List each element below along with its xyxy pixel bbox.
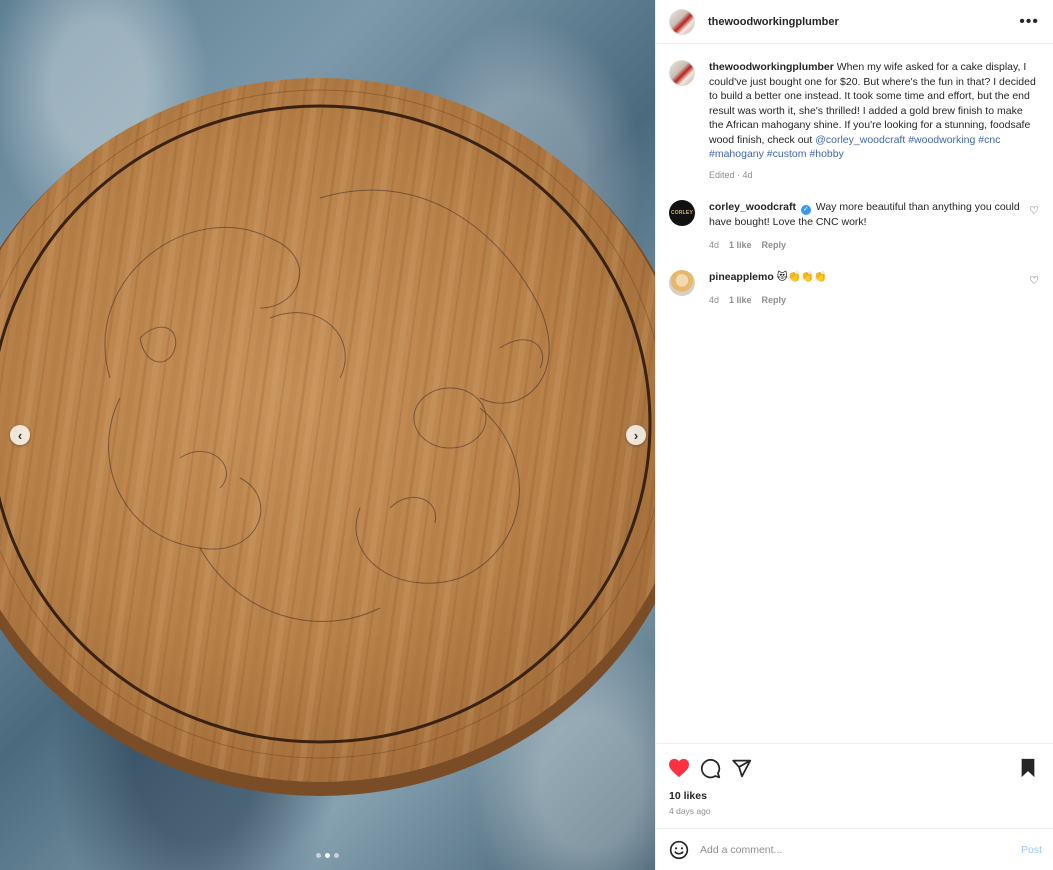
likes-count[interactable]: 10 likes (669, 790, 707, 802)
comment-meta: 4d 1 like Reply (709, 293, 1021, 308)
post-timestamp: 4 days ago (669, 806, 711, 816)
comment-like-heart-icon[interactable]: ♡ (1029, 204, 1039, 217)
caption-username[interactable]: thewoodworkingplumber (709, 61, 834, 73)
reply-button[interactable]: Reply (762, 293, 787, 308)
edited-label: Edited (709, 169, 735, 180)
caption-age: 4d (742, 169, 753, 180)
action-bar (668, 756, 1039, 780)
hashtag-link[interactable]: #mahogany (709, 148, 764, 160)
caption-meta: Edited · 4d (709, 169, 753, 180)
comment-text: 😻👏👏👏 (776, 271, 827, 283)
hashtag-link[interactable]: #woodworking (908, 134, 975, 146)
comment-meta: 4d 1 like Reply (709, 238, 1021, 253)
commenter-avatar[interactable] (669, 270, 695, 296)
cake-board-photo (0, 78, 655, 796)
verified-badge-icon: ✓ (800, 205, 811, 215)
post-actions: 10 likes 4 days ago (656, 743, 1053, 816)
comment-like-heart-icon[interactable]: ♡ (1029, 274, 1039, 287)
carousel-next-button[interactable]: › (626, 425, 646, 445)
bookmark-icon[interactable] (1017, 757, 1039, 779)
owner-username[interactable]: thewoodworkingplumber (708, 16, 839, 28)
carousel-prev-button[interactable]: ‹ (10, 425, 30, 445)
chevron-right-icon: › (633, 427, 639, 443)
comment-input[interactable] (700, 843, 1021, 856)
comment-username[interactable]: corley_woodcraft (709, 201, 796, 213)
post-panel: thewoodworkingplumber ••• thewoodworking… (655, 0, 1053, 870)
comment-item: pineapplemo 😻👏👏👏 4d 1 like Reply ♡ (669, 270, 1039, 307)
carousel-dot (316, 853, 321, 858)
carousel-dot (334, 853, 339, 858)
comment-age: 4d (709, 239, 720, 250)
caption: thewoodworkingplumber When my wife asked… (669, 60, 1039, 182)
mention-link[interactable]: @corley_woodcraft (815, 134, 905, 146)
carousel-dot-active (325, 853, 330, 858)
like-heart-icon[interactable] (668, 757, 690, 779)
owner-avatar[interactable] (669, 60, 695, 86)
share-paper-plane-icon[interactable] (730, 757, 752, 779)
owner-avatar[interactable] (669, 8, 695, 35)
add-comment-bar: Post (656, 828, 1053, 870)
reply-button[interactable]: Reply (762, 238, 787, 253)
post-media: ‹ › (0, 0, 655, 870)
comment-likes[interactable]: 1 like (729, 293, 752, 308)
post-header: thewoodworkingplumber ••• (656, 0, 1053, 44)
hashtag-link[interactable]: #cnc (978, 134, 1000, 146)
emoji-smiley-icon[interactable] (668, 839, 690, 861)
more-options-icon[interactable]: ••• (1019, 13, 1039, 30)
comment-bubble-icon[interactable] (699, 757, 721, 779)
comment-likes[interactable]: 1 like (729, 238, 752, 253)
carousel-indicator (316, 853, 339, 858)
comment-age: 4d (709, 294, 720, 305)
post-comment-button[interactable]: Post (1021, 844, 1042, 856)
comment-username[interactable]: pineapplemo (709, 271, 774, 283)
comment-item: CORLEY corley_woodcraft ✓ Way more beaut… (669, 200, 1039, 252)
chevron-left-icon: ‹ (17, 427, 23, 443)
commenter-avatar[interactable]: CORLEY (669, 200, 695, 226)
comments-section: thewoodworkingplumber When my wife asked… (656, 44, 1053, 744)
hashtag-link[interactable]: #hobby (809, 148, 843, 160)
hashtag-link[interactable]: #custom (767, 148, 807, 160)
